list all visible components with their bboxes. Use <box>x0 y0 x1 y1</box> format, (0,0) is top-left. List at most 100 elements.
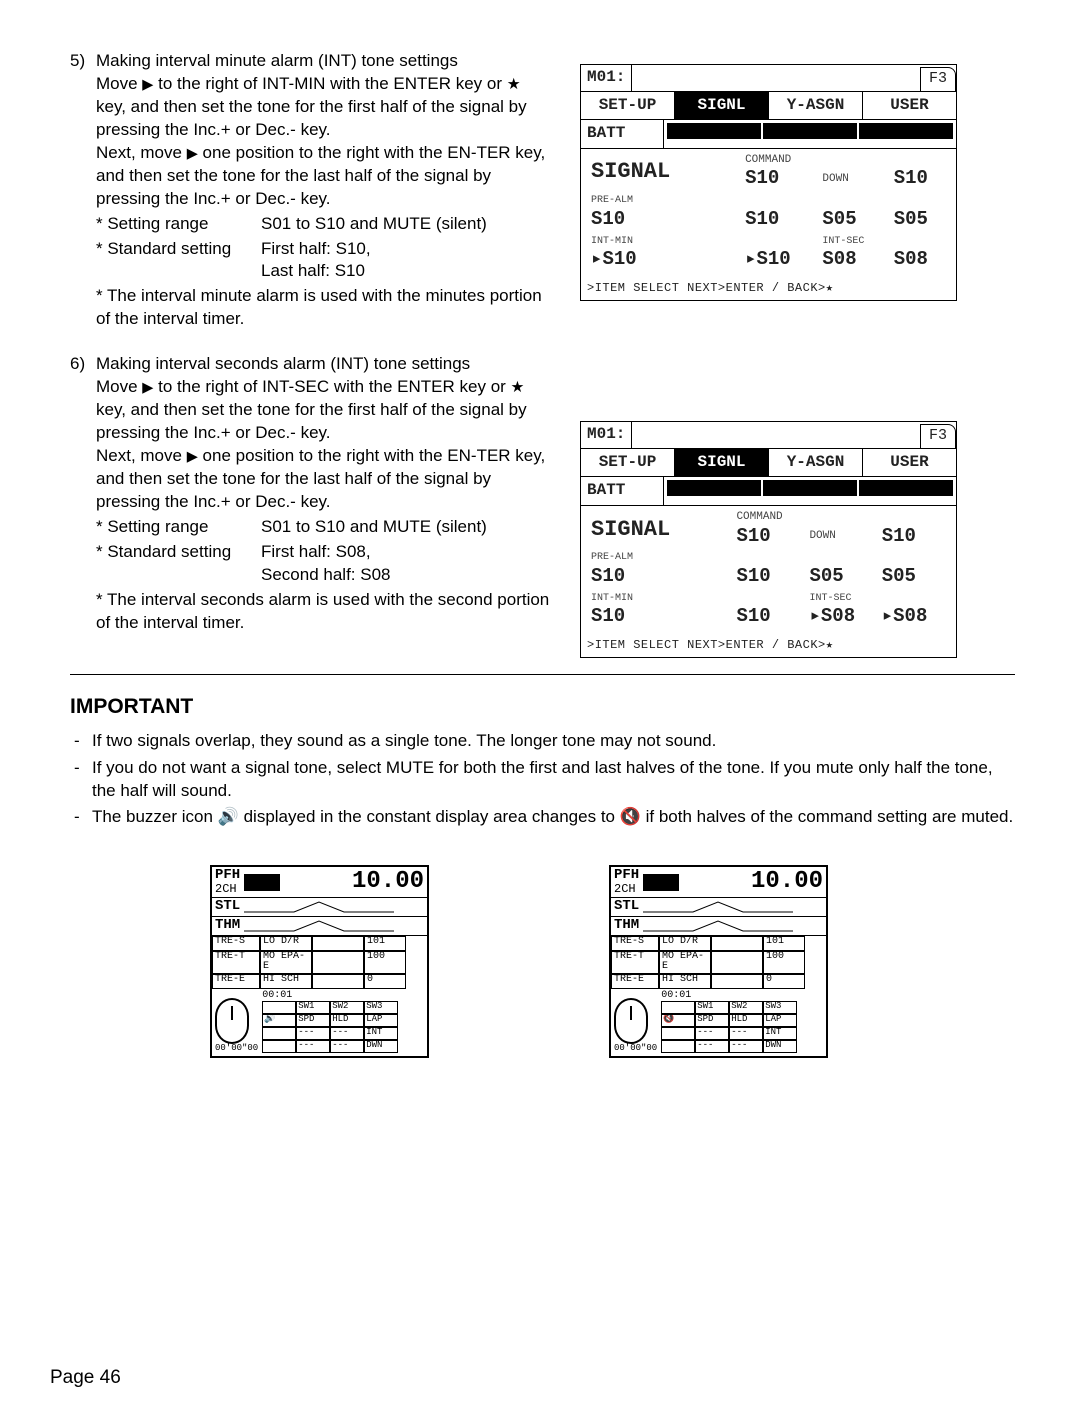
sl2-mt-r2-3: INT <box>763 1027 797 1040</box>
sl1-grid: TRE-SLO D/R101 TRE-TMO EPA-E100 TRE-EHI … <box>212 936 427 989</box>
speaker-muted-icon <box>620 807 641 826</box>
sl1-curve-2-icon <box>244 919 394 933</box>
lcd2-r1a: S10 <box>732 525 805 549</box>
sl2-mt-h1: SW1 <box>695 1001 729 1014</box>
sl1-g-r3c4: 0 <box>364 974 406 989</box>
lcd2-hdr-cmd: COMMAND <box>732 510 805 525</box>
section-5: 5)Making interval minute alarm (INT) ton… <box>70 50 550 331</box>
s5sv1: First half: S10, <box>261 239 371 258</box>
sl1-mt-r2-2: --- <box>330 1027 364 1040</box>
s5sv2: Last half: S10 <box>261 261 365 280</box>
sl2-g-r2c1: TRE-T <box>611 951 659 974</box>
sl1-mt-h2: SW2 <box>330 1001 364 1014</box>
sl2-mt-h3: SW3 <box>763 1001 797 1014</box>
sl2-minitable: SW1SW2SW3 🔇SPDHLDLAP ------INT ------DWN <box>661 1001 823 1053</box>
lcd1-r1a: S10 <box>741 167 818 191</box>
imp-b3b: displayed in the constant display area c… <box>239 807 620 826</box>
sl2-g-r2c4: 100 <box>763 951 805 974</box>
sl2-mt-r2-2: --- <box>729 1027 763 1040</box>
important-list: If two signals overlap, they sound as a … <box>74 730 1015 830</box>
sl2-g-r1c4: 101 <box>763 936 805 951</box>
sl2-gauge-icon <box>614 998 648 1044</box>
sl1-g-r2c4: 100 <box>364 951 406 974</box>
s6-std-setting-val: First half: S08, Second half: S08 <box>261 541 550 587</box>
sl2-g-r2c2: MO EPA-E <box>659 951 711 974</box>
sec6-title: Making interval seconds alarm (INT) tone… <box>96 354 470 373</box>
sl1-curve-1-icon <box>244 900 394 914</box>
s6-note: * The interval seconds alarm is used wit… <box>96 589 550 635</box>
sl2-g-r3c1: TRE-E <box>611 974 659 989</box>
sl2-g-r1c1: TRE-S <box>611 936 659 951</box>
lcd2-batt-bar <box>664 477 956 505</box>
lcd1-fkey: F3 <box>920 67 956 90</box>
lcd1-hdr-cmd: COMMAND <box>741 153 818 168</box>
s5-setting-range-val: S01 to S10 and MUTE (silent) <box>261 213 550 236</box>
sl1-minitable: SW1SW2SW3 🔊SPDHLDLAP ------INT ------DWN <box>262 1001 424 1053</box>
lcd1-intsec: INT-SEC <box>818 232 889 249</box>
small-lcd-2: PFH 2CH 10.00 STL THM TRE-SLO D/R101 TRE… <box>609 865 828 1058</box>
sl1-time: 10.00 <box>352 869 424 894</box>
sl1-g-r3c2: HI SCH <box>260 974 312 989</box>
lcd2-r3d: ▸S08 <box>878 605 950 629</box>
lcd2-intmin: INT-MIN <box>587 589 732 606</box>
sl1-gauge-icon <box>215 998 249 1044</box>
sec6-num: 6) <box>70 353 96 376</box>
lcd2-tab-user: USER <box>863 449 956 477</box>
s6sv1: First half: S08, <box>261 542 371 561</box>
lcd1-r1b: S10 <box>890 167 950 191</box>
lcd1-tab-yasgn: Y-ASGN <box>769 92 863 120</box>
sl2-stl: STL <box>614 899 639 914</box>
lcd1-tab-signl: SIGNL <box>675 92 769 120</box>
lcd2-intsec: INT-SEC <box>805 589 877 606</box>
sl2-g-r3c4: 0 <box>763 974 805 989</box>
lcd2-r2a: S10 <box>587 565 732 589</box>
sl2-g-r1c2: LO D/R <box>659 936 711 951</box>
sl2-g-r3c2: HI SCH <box>659 974 711 989</box>
lcd1-r2c: S05 <box>818 208 889 232</box>
sl1-footer-time: 00'00"00 <box>215 1044 258 1053</box>
important-heading: IMPORTANT <box>70 693 1015 721</box>
sl1-g-r1c3 <box>312 936 364 951</box>
sl2-grid: TRE-SLO D/R 101 TRE-TMO EPA-E 100 TRE-EHI … <box>611 936 826 989</box>
sl1-mt-r2-1: --- <box>296 1027 330 1040</box>
sl2-icon-block <box>643 874 679 891</box>
sl2-mt-r2-0 <box>661 1027 695 1040</box>
sl2-mt-r3-2: --- <box>729 1040 763 1053</box>
sl1-mt-r2-0 <box>262 1027 296 1040</box>
sl2-mt-r1-0: 🔇 <box>661 1014 695 1027</box>
sl2-mt-r1-3: LAP <box>763 1014 797 1027</box>
lcd1-r3c: S08 <box>818 248 889 272</box>
lcd1-batt-bar <box>664 120 956 148</box>
s5-std-setting-lbl: * Standard setting <box>96 238 261 284</box>
sl2-g-r1c3 <box>711 936 763 951</box>
sl1-mt-r1-2: HLD <box>330 1014 364 1027</box>
sl1-mt-r3-3: DWN <box>364 1040 398 1053</box>
sl2-ch: 2CH <box>614 883 639 896</box>
sl2-curve-2-icon <box>643 919 793 933</box>
imp-b3a: The buzzer icon <box>92 807 218 826</box>
right-triangle-icon <box>142 377 153 396</box>
lcd2-r2d: S05 <box>878 565 950 589</box>
right-triangle-icon <box>187 143 198 162</box>
sl1-mt-r2-3: INT <box>364 1027 398 1040</box>
sl1-bt-time: 00:01 <box>262 991 424 1002</box>
sl2-mt-b <box>661 1001 695 1014</box>
lcd1-footer: >ITEM SELECT NEXT>ENTER / BACK>★ <box>581 278 956 300</box>
sl2-time: 10.00 <box>751 869 823 894</box>
lcd2-footer: >ITEM SELECT NEXT>ENTER / BACK>★ <box>581 635 956 657</box>
s5p1c: key, and then set the tone for the first… <box>96 97 527 139</box>
lcd1-tab-user: USER <box>863 92 956 120</box>
s5p1a: Move <box>96 74 142 93</box>
sl1-ch: 2CH <box>215 883 240 896</box>
sl2-mt-r3-0 <box>661 1040 695 1053</box>
sl1-g-r1c1: TRE-S <box>212 936 260 951</box>
sl1-mt-r1-3: LAP <box>364 1014 398 1027</box>
lcd2-fkey: F3 <box>920 424 956 447</box>
sl2-mt-r2-1: --- <box>695 1027 729 1040</box>
sl2-thm: THM <box>614 918 639 933</box>
lcd2-signal-lbl: SIGNAL <box>591 517 691 542</box>
s5-std-setting-val: First half: S10, Last half: S10 <box>261 238 550 284</box>
sl2-bt-time: 00:01 <box>661 991 823 1002</box>
sl1-mt-r1-1: SPD <box>296 1014 330 1027</box>
lcd2-tab-setup: SET-UP <box>581 449 675 477</box>
